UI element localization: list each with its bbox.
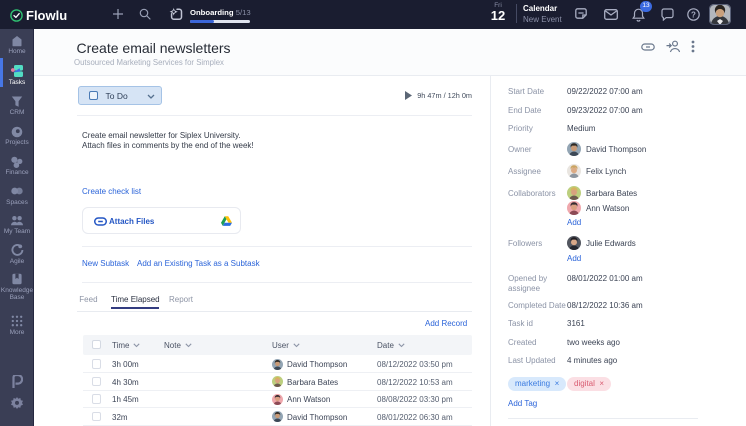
svg-text:?: ? (691, 10, 696, 19)
